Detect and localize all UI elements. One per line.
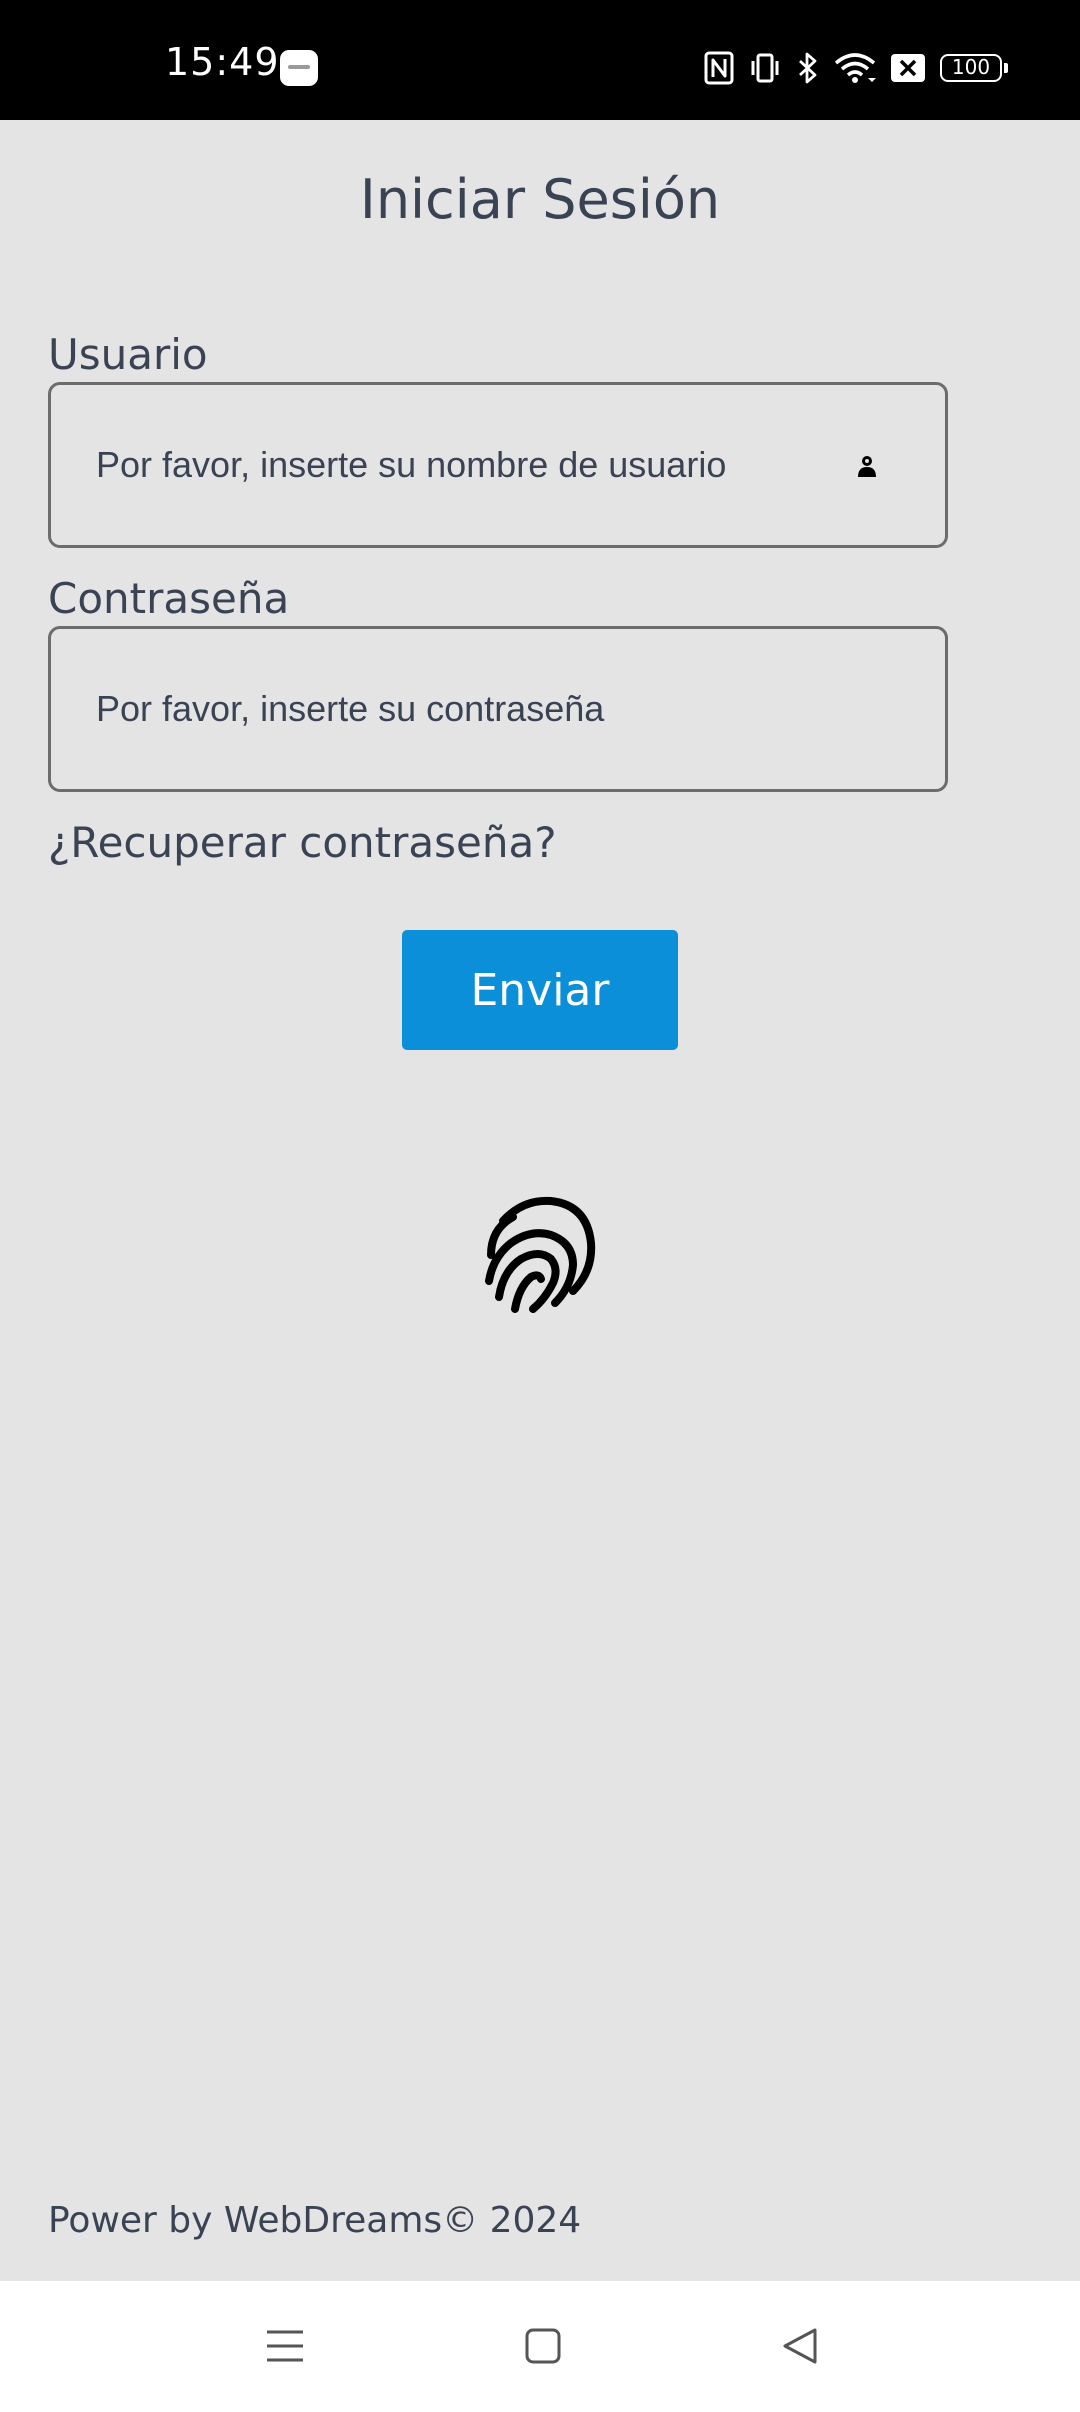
password-label: Contraseña [48,574,290,623]
back-button[interactable] [760,2306,840,2386]
password-input[interactable] [96,629,856,789]
password-field[interactable] [48,626,948,792]
vibrate-icon [751,53,779,83]
menu-icon [267,2330,303,2362]
navigation-bar [0,2281,1080,2412]
fingerprint-graphic [485,1196,596,1313]
battery-icon: 100 [940,54,1008,82]
username-field[interactable] [48,382,948,548]
page-title: Iniciar Sesión [359,168,721,231]
fingerprint-icon[interactable] [483,1195,597,1317]
status-bar: 15:49 100 [0,0,1080,120]
back-icon [783,2328,817,2364]
user-icon [858,456,876,477]
home-button[interactable] [503,2306,583,2386]
status-icons: 100 [704,46,1008,90]
status-time: 15:49 [165,40,280,84]
footer-text: Power by WebDreams© 2024 [48,2200,582,2241]
submit-button[interactable]: Enviar [402,930,678,1050]
recover-password-link[interactable]: ¿Recuperar contraseña? [48,818,557,867]
notification-app-icon [280,50,318,86]
nfc-icon [704,51,734,85]
menu-button[interactable] [245,2306,325,2386]
home-icon [525,2328,561,2364]
bluetooth-icon [799,52,817,84]
username-input[interactable] [96,385,856,545]
sim-icon [891,54,925,82]
username-label: Usuario [48,330,208,379]
wifi-icon [834,53,876,83]
